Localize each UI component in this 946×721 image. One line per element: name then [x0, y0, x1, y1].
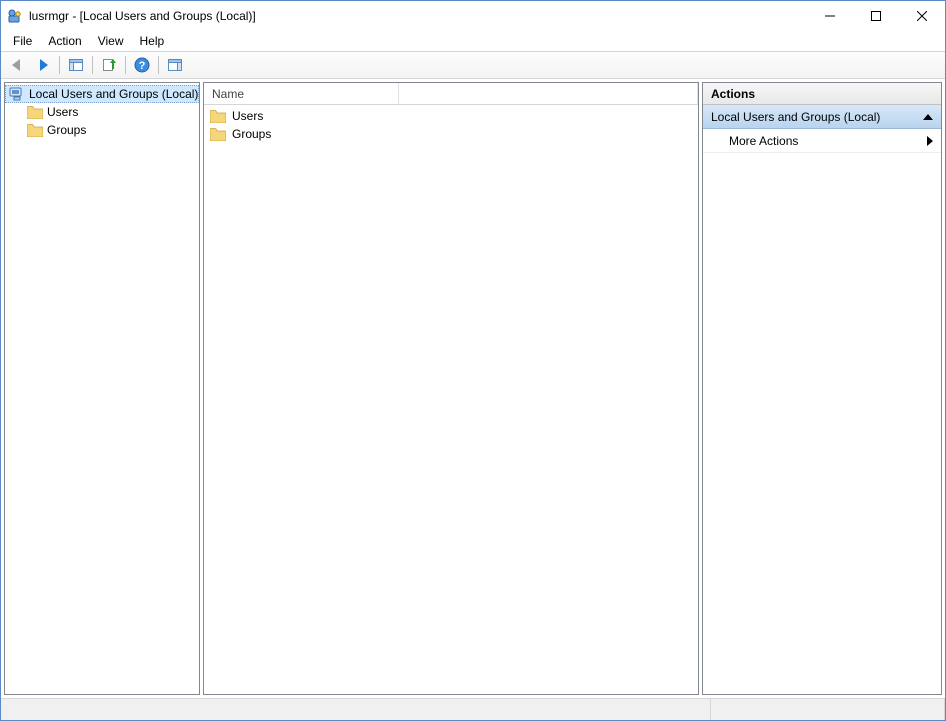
action-more-actions[interactable]: More Actions [703, 129, 941, 153]
close-button[interactable] [899, 1, 945, 31]
tree-item-groups[interactable]: Groups [5, 121, 199, 139]
tree-root-label: Local Users and Groups (Local) [29, 87, 198, 101]
toolbar-forward-button[interactable] [31, 54, 55, 76]
client-area: Local Users and Groups (Local) Users [1, 79, 945, 698]
collapse-icon [923, 114, 933, 120]
actions-pane: Actions Local Users and Groups (Local) M… [702, 82, 942, 695]
toolbar: ? [1, 51, 945, 79]
toolbar-separator [59, 56, 60, 74]
app-window: lusrmgr - [Local Users and Groups (Local… [0, 0, 946, 721]
toolbar-help-button[interactable]: ? [130, 54, 154, 76]
list-header: Name [204, 83, 698, 105]
tree-item-label: Users [47, 105, 78, 119]
help-icon: ? [134, 57, 150, 73]
console-tree[interactable]: Local Users and Groups (Local) Users [5, 83, 199, 694]
list-item[interactable]: Users [204, 107, 698, 125]
export-icon [101, 57, 117, 73]
window-title: lusrmgr - [Local Users and Groups (Local… [29, 9, 807, 23]
status-cell [1, 699, 711, 720]
panel-icon [68, 57, 84, 73]
toolbar-export-list-button[interactable] [97, 54, 121, 76]
menubar: File Action View Help [1, 31, 945, 51]
list-item-name: Users [232, 109, 263, 123]
tree-item-users[interactable]: Users [5, 103, 199, 121]
actions-group-header[interactable]: Local Users and Groups (Local) [703, 105, 941, 129]
action-label: More Actions [729, 134, 798, 148]
folder-icon [210, 110, 226, 123]
folder-icon [27, 106, 43, 119]
arrow-right-icon [35, 57, 51, 73]
maximize-icon [871, 11, 881, 21]
column-header-blank[interactable] [399, 83, 698, 104]
actions-group-label: Local Users and Groups (Local) [711, 110, 880, 124]
toolbar-show-actions-pane-button[interactable] [163, 54, 187, 76]
list-item-name: Groups [232, 127, 271, 141]
maximize-button[interactable] [853, 1, 899, 31]
toolbar-back-button[interactable] [5, 54, 29, 76]
toolbar-show-hide-tree-button[interactable] [64, 54, 88, 76]
app-icon [7, 8, 23, 24]
minimize-button[interactable] [807, 1, 853, 31]
tree-pane: Local Users and Groups (Local) Users [4, 82, 200, 695]
titlebar: lusrmgr - [Local Users and Groups (Local… [1, 1, 945, 31]
minimize-icon [825, 11, 835, 21]
menu-file[interactable]: File [5, 33, 40, 49]
submenu-icon [927, 136, 933, 146]
arrow-left-icon [9, 57, 25, 73]
folder-icon [27, 124, 43, 137]
menu-view[interactable]: View [90, 33, 132, 49]
tree-item-label: Groups [47, 123, 86, 137]
actions-title: Actions [703, 83, 941, 105]
list-body[interactable]: Users Groups [204, 105, 698, 694]
tree-root-node[interactable]: Local Users and Groups (Local) [5, 85, 199, 103]
column-header-name[interactable]: Name [204, 83, 399, 104]
menu-action[interactable]: Action [40, 33, 89, 49]
folder-icon [210, 128, 226, 141]
statusbar [1, 698, 945, 720]
menu-help[interactable]: Help [132, 33, 173, 49]
svg-text:?: ? [139, 60, 146, 72]
toolbar-separator [158, 56, 159, 74]
toolbar-separator [92, 56, 93, 74]
window-controls [807, 1, 945, 31]
toolbar-separator [125, 56, 126, 74]
actions-body: More Actions [703, 129, 941, 694]
list-item[interactable]: Groups [204, 125, 698, 143]
close-icon [917, 11, 927, 21]
list-pane: Name Users [203, 82, 699, 695]
status-cell [711, 699, 945, 720]
computer-icon [9, 86, 25, 102]
panel-right-icon [167, 57, 183, 73]
